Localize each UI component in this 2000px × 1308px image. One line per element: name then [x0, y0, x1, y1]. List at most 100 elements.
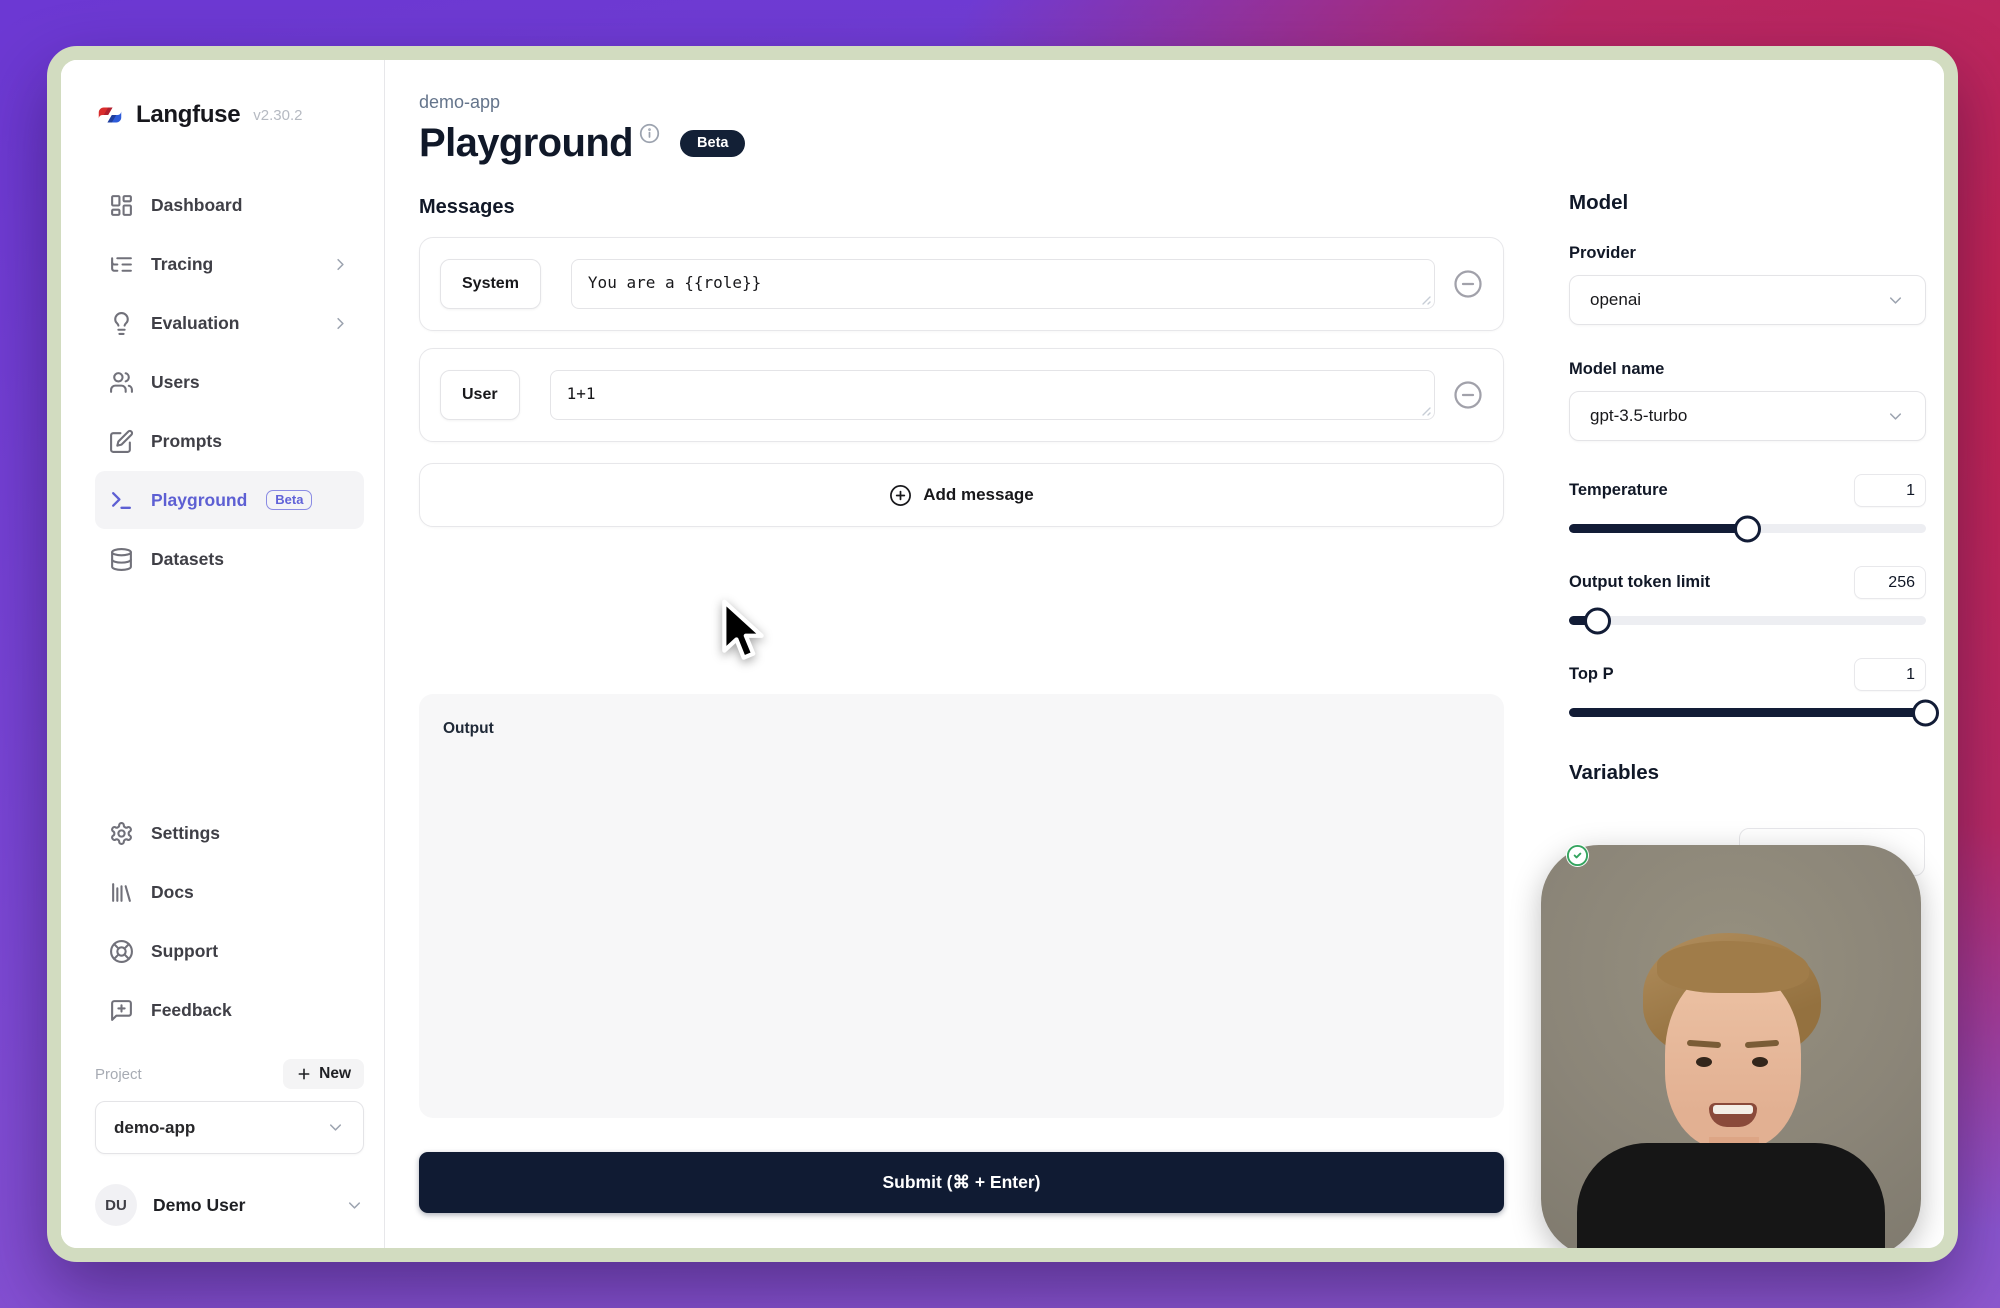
plus-icon [296, 1066, 312, 1082]
output-token-limit-slider-fill [1569, 616, 1598, 625]
playground-beta-badge: Beta [266, 490, 312, 510]
webcam-overlay [1541, 845, 1921, 1248]
provider-select[interactable]: openai [1569, 275, 1926, 325]
temperature-value-field[interactable]: 1 [1854, 474, 1926, 507]
new-project-button[interactable]: New [283, 1059, 364, 1089]
sidebar-item-settings[interactable]: Settings [95, 804, 364, 862]
sidebar-item-users[interactable]: Users [95, 353, 364, 411]
resize-handle-icon[interactable] [1419, 293, 1431, 305]
add-message-button[interactable]: Add message [419, 463, 1504, 527]
breadcrumb[interactable]: demo-app [419, 92, 1504, 113]
support-icon [109, 939, 134, 964]
temperature-slider-fill [1569, 524, 1748, 533]
sidebar-item-prompts[interactable]: Prompts [95, 412, 364, 470]
output-token-limit-value-field[interactable]: 256 [1854, 566, 1926, 599]
role-button-user[interactable]: User [440, 370, 520, 420]
user-message-input[interactable]: 1+1 [550, 370, 1435, 420]
system-message-input[interactable]: You are a {{role}} [571, 259, 1435, 309]
app-version: v2.30.2 [253, 107, 302, 124]
sidebar-item-evaluation[interactable]: Evaluation [95, 294, 364, 352]
output-token-limit-slider[interactable] [1569, 616, 1926, 625]
top-p-slider-thumb[interactable] [1912, 699, 1939, 726]
output-token-limit-slider-thumb[interactable] [1584, 607, 1611, 634]
add-message-label: Add message [923, 485, 1034, 505]
sidebar-item-datasets[interactable]: Datasets [95, 530, 364, 588]
submit-button[interactable]: Submit (⌘ + Enter) [419, 1152, 1504, 1213]
model-heading: Model [1569, 191, 1926, 215]
temperature-label: Temperature [1569, 481, 1668, 500]
temperature-slider-row: Temperature 1 [1569, 474, 1926, 533]
sidebar-item-label: Playground [151, 490, 247, 511]
temperature-slider-thumb[interactable] [1734, 515, 1761, 542]
model-name-select[interactable]: gpt-3.5-turbo [1569, 391, 1926, 441]
chevron-down-icon [326, 1118, 345, 1137]
docs-icon [109, 880, 134, 905]
sidebar-item-label: Tracing [151, 254, 213, 275]
sidebar-item-label: Feedback [151, 1000, 232, 1021]
message-row-system: System You are a {{role}} [419, 237, 1504, 331]
user-menu[interactable]: DU Demo User [95, 1184, 364, 1226]
resize-handle-icon[interactable] [1419, 404, 1431, 416]
message-textarea-wrap: 1+1 [550, 370, 1435, 420]
desktop-background: Langfuse v2.30.2 Dashboard Tracing [0, 0, 2000, 1308]
sidebar-item-playground[interactable]: Playground Beta [95, 471, 364, 529]
sidebar-item-label: Datasets [151, 549, 224, 570]
role-button-system[interactable]: System [440, 259, 541, 309]
webcam-person-torso [1577, 1143, 1885, 1248]
sidebar-item-dashboard[interactable]: Dashboard [95, 176, 364, 234]
sidebar-item-tracing[interactable]: Tracing [95, 235, 364, 293]
remove-message-button[interactable] [1453, 380, 1483, 410]
message-row-user: User 1+1 [419, 348, 1504, 442]
output-token-limit-slider-row: Output token limit 256 [1569, 566, 1926, 625]
output-panel: Output [419, 694, 1504, 1118]
provider-label: Provider [1569, 244, 1926, 263]
title-row: Playground Beta [419, 121, 1504, 166]
sidebar-item-feedback[interactable]: Feedback [95, 981, 364, 1039]
top-p-value-field[interactable]: 1 [1854, 658, 1926, 691]
page-title: Playground [419, 121, 633, 166]
sidebar-footer-nav: Settings Docs Support Feedback [95, 804, 364, 1039]
sidebar-item-label: Docs [151, 882, 194, 903]
chevron-right-icon [331, 255, 350, 274]
feedback-icon [109, 998, 134, 1023]
chevron-right-icon [331, 314, 350, 333]
evaluation-icon [109, 311, 134, 336]
project-select[interactable]: demo-app [95, 1101, 364, 1154]
messages-heading: Messages [419, 196, 1504, 219]
new-project-label: New [319, 1065, 351, 1083]
temperature-slider[interactable] [1569, 524, 1926, 533]
playground-icon [109, 488, 134, 513]
info-icon[interactable] [639, 123, 660, 144]
top-p-slider-fill [1569, 708, 1926, 717]
webcam-person-mouth [1709, 1103, 1757, 1127]
remove-message-button[interactable] [1453, 269, 1483, 299]
sidebar-item-label: Prompts [151, 431, 222, 452]
mouse-cursor [715, 596, 771, 668]
datasets-icon [109, 547, 134, 572]
chevron-down-icon [1886, 407, 1905, 426]
variable-valid-check-icon [1566, 844, 1589, 867]
output-label: Output [443, 720, 1480, 738]
sidebar-item-support[interactable]: Support [95, 922, 364, 980]
app-window-content: Langfuse v2.30.2 Dashboard Tracing [61, 60, 1944, 1248]
minus-circle-icon [1453, 380, 1483, 410]
webcam-person-eye [1696, 1057, 1712, 1067]
minus-circle-icon [1453, 269, 1483, 299]
project-row: Project New [95, 1059, 364, 1089]
sidebar-nav: Dashboard Tracing Evaluation [95, 176, 364, 588]
beta-badge: Beta [680, 130, 745, 158]
dashboard-icon [109, 193, 134, 218]
project-select-value: demo-app [114, 1118, 195, 1138]
chevron-down-icon [1886, 291, 1905, 310]
top-p-slider[interactable] [1569, 708, 1926, 717]
app-name: Langfuse [136, 101, 240, 129]
avatar: DU [95, 1184, 137, 1226]
chevron-down-icon [345, 1196, 364, 1215]
sidebar-item-docs[interactable]: Docs [95, 863, 364, 921]
provider-select-value: openai [1590, 290, 1641, 310]
message-textarea-wrap: You are a {{role}} [571, 259, 1435, 309]
sidebar-item-label: Dashboard [151, 195, 242, 216]
app-window: Langfuse v2.30.2 Dashboard Tracing [47, 46, 1958, 1262]
sidebar-item-label: Evaluation [151, 313, 240, 334]
sidebar-item-label: Settings [151, 823, 220, 844]
